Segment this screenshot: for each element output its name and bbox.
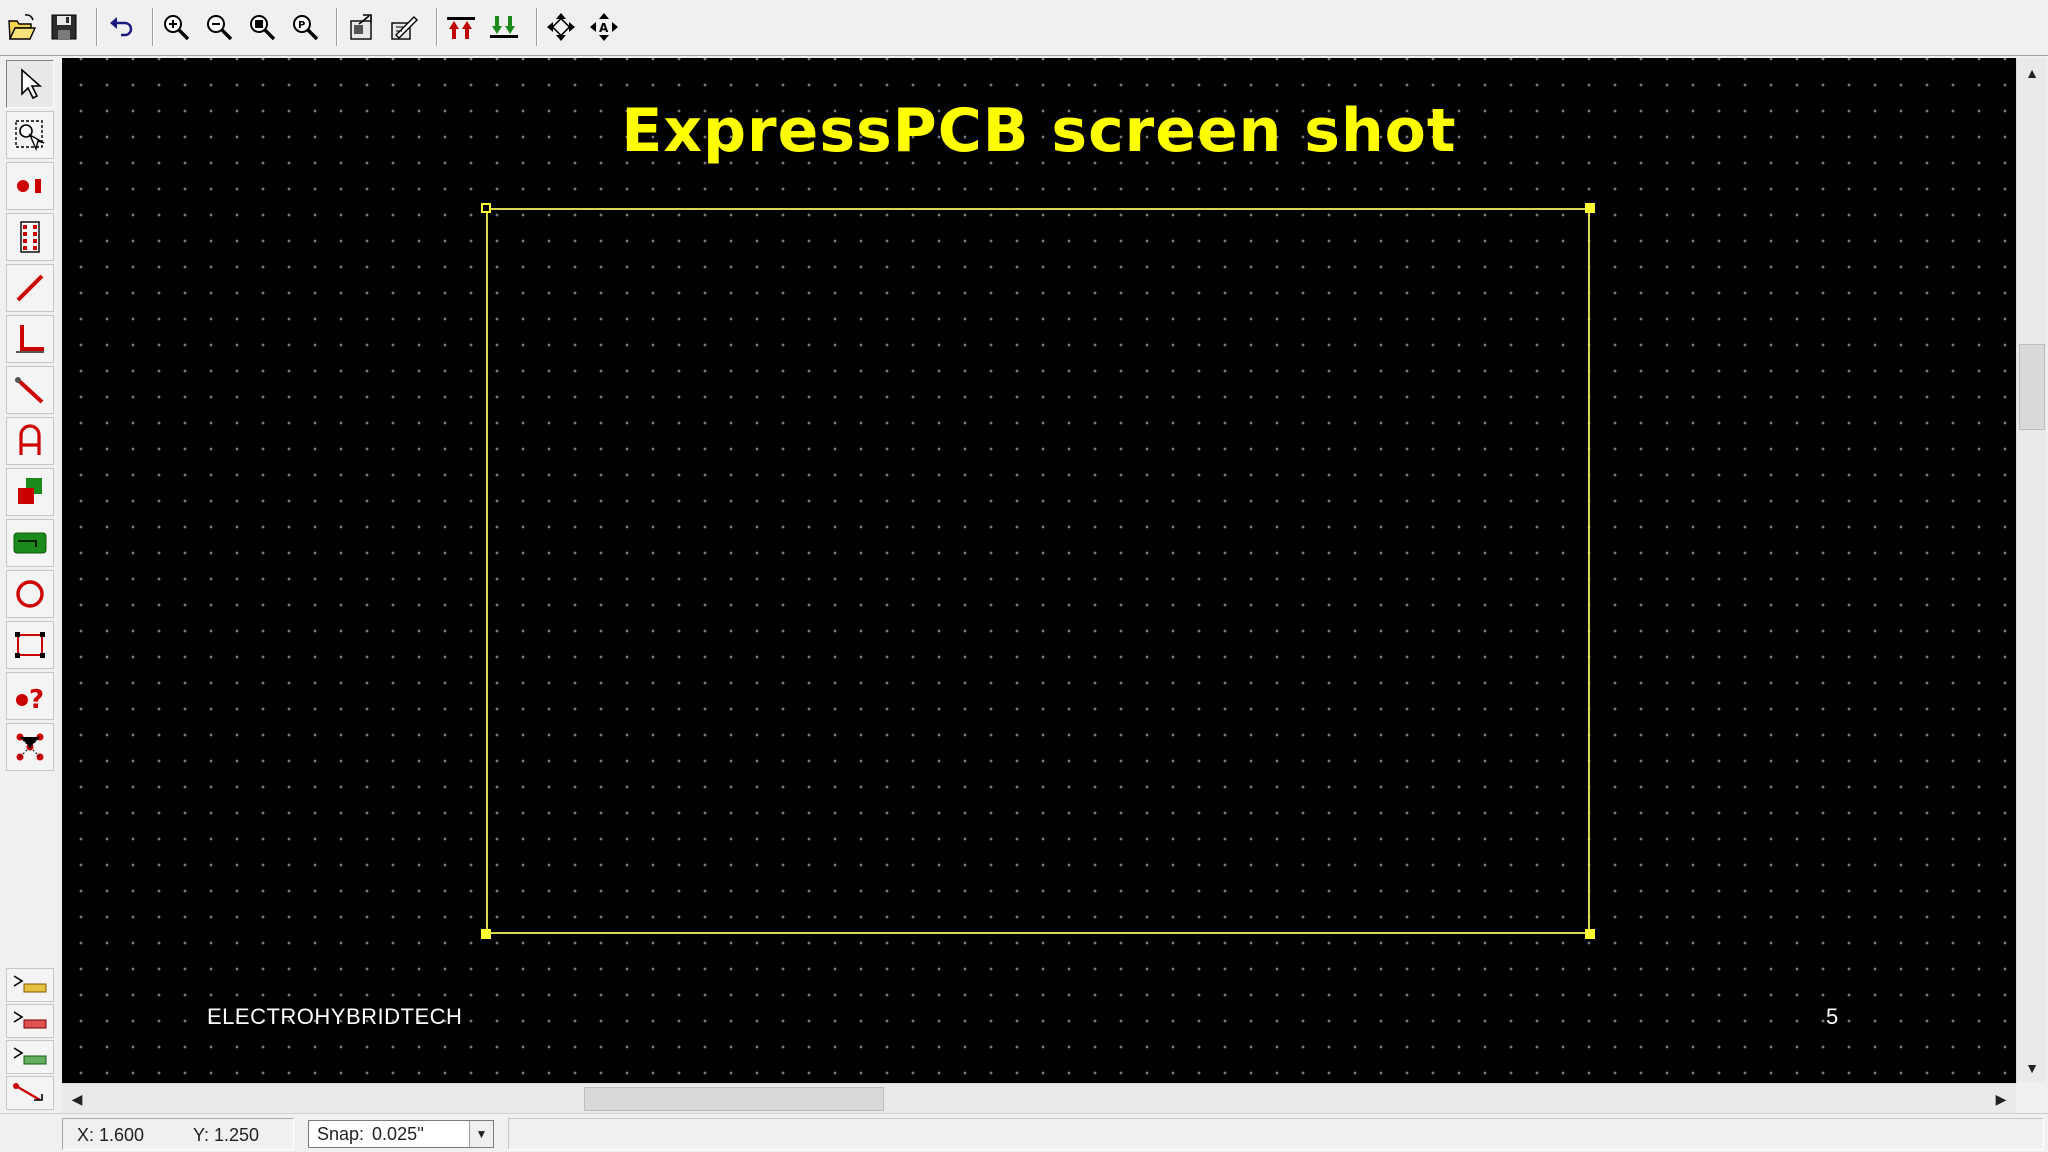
select-tool[interactable] <box>6 60 54 108</box>
layer-silk-selector-icon <box>13 1047 47 1065</box>
main-toolbar: P A <box>0 0 2048 56</box>
zoom-fit-icon: P <box>293 15 319 41</box>
footer-brand-text: ELECTROHYBRIDTECH <box>207 1004 463 1029</box>
pad-query-tool[interactable]: ? <box>6 672 54 720</box>
place-trace-tool[interactable] <box>6 264 54 312</box>
zoom-window-icon <box>250 15 276 41</box>
undo-arrow-icon <box>110 17 133 37</box>
page-number: 5 <box>1826 1004 1839 1029</box>
zoom-fit-button[interactable]: P <box>285 6 325 48</box>
place-pad-tool[interactable] <box>6 162 54 210</box>
component-properties-button[interactable] <box>341 6 381 48</box>
filled-rect-icon <box>18 478 42 504</box>
zoom-select-tool[interactable] <box>6 111 54 159</box>
pointer-arrow-icon <box>21 68 43 100</box>
scroll-left-arrow-icon[interactable]: ◀ <box>62 1084 92 1114</box>
zoom-out-button[interactable] <box>199 6 239 48</box>
layer-top-icon <box>447 17 475 39</box>
ground-plane-icon <box>13 532 47 554</box>
scrollbar-corner <box>2016 1083 2046 1113</box>
snap-value: 0.025'' <box>372 1123 424 1144</box>
vertical-scrollbar[interactable]: ▲ ▼ <box>2016 58 2046 1083</box>
move-arrows-icon <box>547 13 575 41</box>
outline-handle-top-right[interactable] <box>1585 203 1595 213</box>
outline-handle-bottom-right[interactable] <box>1585 929 1595 939</box>
rats-nest-selector[interactable] <box>6 1076 54 1110</box>
component-properties-icon <box>350 14 372 40</box>
chevron-down-icon[interactable]: ▼ <box>469 1121 493 1147</box>
top-layer-selector[interactable] <box>6 968 54 1002</box>
layer-top-selector-icon <box>13 975 47 993</box>
svg-text:?: ? <box>29 685 44 714</box>
rats-nest-icon <box>13 1083 43 1102</box>
scroll-up-arrow-icon[interactable]: ▲ <box>2017 58 2047 88</box>
place-circle-tool[interactable] <box>6 570 54 618</box>
horizontal-scrollbar[interactable]: ◀ ▶ <box>62 1083 2016 1113</box>
trace-icon <box>16 274 44 302</box>
pad-query-icon: ? <box>16 685 44 714</box>
netlist-icon <box>16 733 44 761</box>
component-manager-button[interactable] <box>384 6 424 48</box>
zoom-in-button[interactable] <box>156 6 196 48</box>
zoom-in-icon <box>164 15 190 41</box>
place-component-tool[interactable] <box>6 213 54 261</box>
netlist-connect-tool[interactable] <box>6 723 54 771</box>
component-manager-icon <box>391 16 418 40</box>
select-zoom-icon <box>15 120 45 152</box>
corner-trace-icon <box>16 325 44 353</box>
open-file-button[interactable] <box>2 6 42 48</box>
y-coordinate: Y: 1.250 <box>193 1125 260 1145</box>
place-filled-rect-tool[interactable] <box>6 468 54 516</box>
zoom-window-button[interactable] <box>242 6 282 48</box>
move-button[interactable] <box>541 6 581 48</box>
coordinate-readout: X: 1.600 Y: 1.250 <box>62 1118 294 1150</box>
undo-button[interactable] <box>101 6 141 48</box>
place-filled-plane-tool[interactable] <box>6 519 54 567</box>
bottom-layer-selector[interactable] <box>6 1004 54 1038</box>
move-text-icon: A <box>590 13 618 41</box>
pcb-canvas[interactable]: ExpressPCB screen shot ELECTROHYBRIDTECH… <box>62 58 2016 1083</box>
layer-bottom-icon <box>490 16 518 38</box>
horizontal-scroll-thumb[interactable] <box>584 1087 884 1111</box>
place-corner-trace-tool[interactable] <box>6 315 54 363</box>
status-bar: X: 1.600 Y: 1.250 Snap: 0.025'' ▼ <box>0 1113 2048 1152</box>
outline-handle-bottom-left[interactable] <box>481 929 491 939</box>
folder-open-icon <box>8 14 37 40</box>
snap-select[interactable]: Snap: 0.025'' ▼ <box>308 1120 494 1148</box>
svg-text:P: P <box>298 20 305 31</box>
save-button[interactable] <box>44 6 84 48</box>
text-tool-icon <box>19 424 41 455</box>
tool-palette: ? <box>0 56 60 1120</box>
svg-text:A: A <box>599 21 609 35</box>
place-board-outline-tool[interactable] <box>6 621 54 669</box>
silkscreen-layer-selector[interactable] <box>6 1040 54 1074</box>
board-outline-icon <box>15 632 45 658</box>
pad-icon <box>17 179 41 193</box>
send-to-bottom-layer-button[interactable] <box>484 6 524 48</box>
place-text-tool[interactable] <box>6 417 54 465</box>
board-outline[interactable] <box>486 208 1590 934</box>
bring-to-top-layer-button[interactable] <box>441 6 481 48</box>
scroll-right-arrow-icon[interactable]: ▶ <box>1986 1084 2016 1114</box>
circle-icon <box>16 580 44 608</box>
place-diagonal-trace-tool[interactable] <box>6 366 54 414</box>
canvas-title: ExpressPCB screen shot <box>621 96 1457 166</box>
status-message-area <box>508 1118 2044 1150</box>
component-icon <box>20 221 40 253</box>
zoom-out-icon <box>207 15 233 41</box>
move-text-button[interactable]: A <box>584 6 624 48</box>
layer-bottom-selector-icon <box>13 1011 47 1029</box>
x-coordinate: X: 1.600 <box>77 1125 145 1145</box>
snap-label: Snap: <box>317 1123 365 1144</box>
floppy-disk-icon <box>51 14 77 40</box>
vertical-scroll-thumb[interactable] <box>2019 344 2045 430</box>
diagonal-trace-icon <box>15 377 44 404</box>
outline-handle-top-left[interactable] <box>481 203 491 213</box>
scroll-down-arrow-icon[interactable]: ▼ <box>2017 1053 2047 1083</box>
